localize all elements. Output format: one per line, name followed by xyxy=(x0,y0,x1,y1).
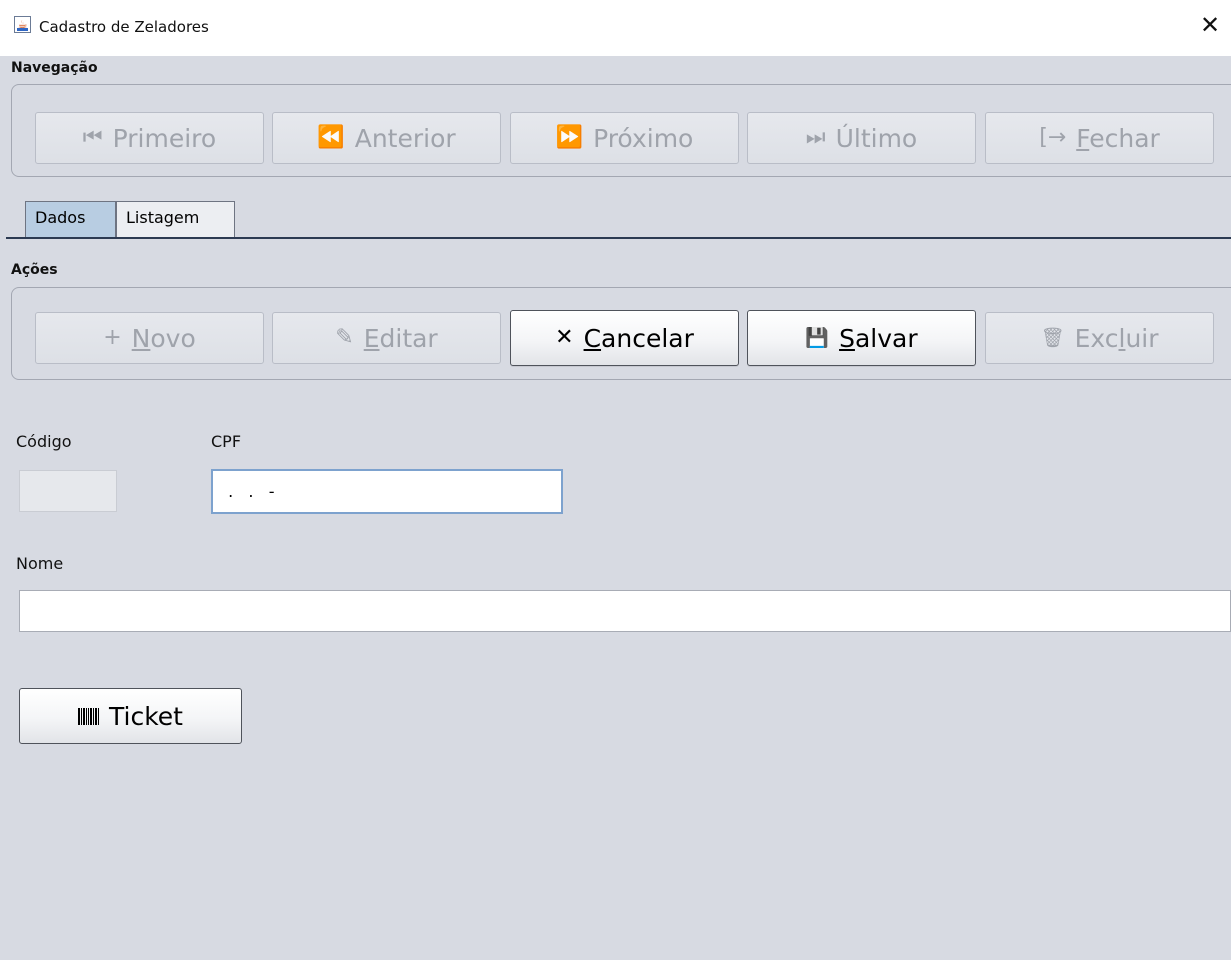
trash-icon: 🗑 xyxy=(1040,326,1065,349)
new-label-rest: ovo xyxy=(150,323,196,353)
delete-label-pre: Exc xyxy=(1074,323,1119,353)
rewind-icon: ⏪ xyxy=(317,125,345,150)
actions-group-title: Ações xyxy=(11,262,58,278)
title-bar: ☕ Cadastro de Zeladores ✕ xyxy=(0,0,1231,56)
first-button[interactable]: ⏮ Primeiro xyxy=(35,112,264,164)
tab-listagem[interactable]: Listagem xyxy=(116,201,235,237)
window-close-button[interactable]: ✕ xyxy=(1197,10,1223,40)
first-button-label: Primeiro xyxy=(112,123,217,153)
close-form-label-rest: echar xyxy=(1089,123,1160,153)
save-button[interactable]: 💾 Salvar xyxy=(747,310,976,366)
cpf-input[interactable] xyxy=(211,469,563,514)
last-icon: ⏭ xyxy=(805,125,826,150)
next-button-label: Próximo xyxy=(593,123,694,153)
cpf-label: CPF xyxy=(211,432,242,451)
edit-mnemonic: E xyxy=(363,323,380,353)
new-mnemonic: N xyxy=(131,323,151,353)
fast-forward-icon: ⏩ xyxy=(555,125,584,150)
edit-button[interactable]: ✎ Editar xyxy=(272,312,501,364)
window-title: Cadastro de Zeladores xyxy=(39,18,209,36)
delete-button[interactable]: 🗑 Excluir xyxy=(985,312,1214,364)
close-form-mnemonic: F xyxy=(1076,123,1090,153)
last-button-label: Último xyxy=(835,123,918,153)
ticket-button[interactable]: Ticket xyxy=(19,688,242,744)
new-button-label: Novo xyxy=(132,324,196,353)
ticket-button-label: Ticket xyxy=(109,701,183,731)
nome-label: Nome xyxy=(16,554,64,573)
cancel-button-label: Cancelar xyxy=(584,324,694,353)
exit-icon: [→ xyxy=(1039,125,1067,150)
navigation-group-title: Navegação xyxy=(11,60,98,76)
close-form-button-label: Fechar xyxy=(1076,124,1160,153)
codigo-field[interactable] xyxy=(19,470,117,512)
next-button[interactable]: ⏩ Próximo xyxy=(510,112,739,164)
nome-input[interactable] xyxy=(19,590,1231,632)
first-icon: ⏮ xyxy=(82,125,103,150)
close-icon: ✕ xyxy=(555,325,574,350)
cancel-label-rest: ancelar xyxy=(601,323,694,353)
save-icon: 💾 xyxy=(805,326,830,349)
pencil-icon: ✎ xyxy=(335,325,354,350)
close-form-button[interactable]: [→ Fechar xyxy=(985,112,1214,164)
save-label-rest: alvar xyxy=(854,323,918,353)
previous-button[interactable]: ⏪ Anterior xyxy=(272,112,501,164)
tab-dados[interactable]: Dados xyxy=(25,201,116,237)
edit-label-rest: ditar xyxy=(379,323,438,353)
save-button-label: Salvar xyxy=(839,324,918,353)
java-app-icon: ☕ xyxy=(14,16,31,33)
new-button[interactable]: + Novo xyxy=(35,312,264,364)
cancel-mnemonic: C xyxy=(583,323,602,353)
cancel-button[interactable]: ✕ Cancelar xyxy=(510,310,739,366)
tab-divider xyxy=(6,237,1231,239)
last-button[interactable]: ⏭ Último xyxy=(747,112,976,164)
delete-button-label: Excluir xyxy=(1075,324,1159,353)
previous-button-label: Anterior xyxy=(354,123,456,153)
edit-button-label: Editar xyxy=(364,324,438,353)
codigo-label: Código xyxy=(16,432,72,451)
plus-icon: + xyxy=(103,325,122,350)
barcode-icon xyxy=(78,707,100,725)
save-mnemonic: S xyxy=(839,323,855,353)
delete-label-rest: uir xyxy=(1125,323,1159,353)
